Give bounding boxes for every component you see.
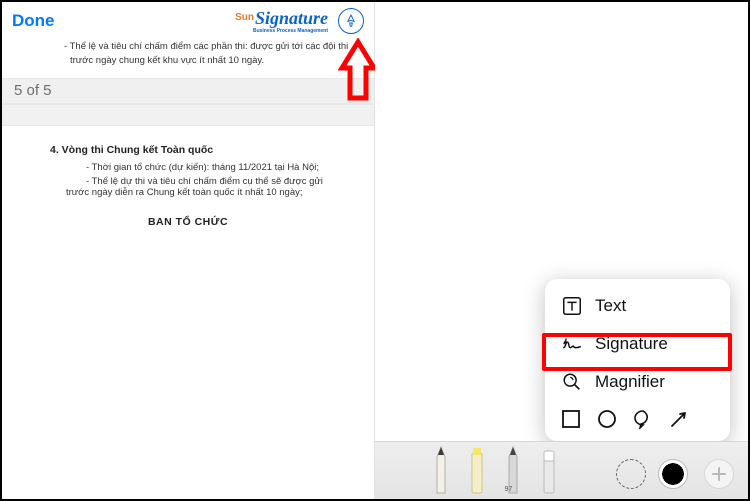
popover-item-magnifier[interactable]: Magnifier <box>545 363 730 401</box>
doc-text: - Thời gian tổ chức (dự kiến): tháng 11/… <box>30 162 346 173</box>
pencil-label: 97 <box>505 486 513 493</box>
pencil-tool[interactable]: 97 <box>502 447 524 495</box>
shape-square-button[interactable] <box>561 409 581 429</box>
popover-label: Signature <box>595 334 668 354</box>
marker-tool[interactable] <box>466 447 488 495</box>
document-preview-panel: Done SunSignature Business Process Manag… <box>2 2 375 499</box>
add-button[interactable] <box>704 459 734 489</box>
doc-text: - Thể lệ dự thi và tiêu chí chấm điểm cụ… <box>30 176 346 198</box>
markup-pen-icon <box>343 13 359 29</box>
page-5-content: 4. Vòng thi Chung kết Toàn quốc - Thời g… <box>2 126 374 238</box>
done-button[interactable]: Done <box>12 11 55 31</box>
text-icon <box>561 295 583 317</box>
magnifier-icon <box>561 371 583 393</box>
popover-item-text[interactable]: Text <box>545 287 730 325</box>
markup-panel: Text Signature Magnifier <box>375 2 748 499</box>
add-popover: Text Signature Magnifier <box>545 279 730 441</box>
app-frame: Done SunSignature Business Process Manag… <box>0 0 750 501</box>
eraser-tool[interactable] <box>538 447 560 495</box>
color-well[interactable] <box>658 459 688 489</box>
preview-toolbar: Done SunSignature Business Process Manag… <box>2 2 374 40</box>
doc-text: - Thể lệ và tiêu chí chấm điểm các phần … <box>20 40 356 68</box>
page-fragment-top: - Thể lệ và tiêu chí chấm điểm các phần … <box>2 40 374 72</box>
shape-arrow-button[interactable] <box>669 409 689 429</box>
popover-label: Magnifier <box>595 372 665 392</box>
popover-item-signature[interactable]: Signature <box>545 325 730 363</box>
doc-signer: BAN TỔ CHỨC <box>30 216 346 228</box>
plus-icon <box>710 465 728 483</box>
section-heading: 4. Vòng thi Chung kết Toàn quốc <box>30 144 346 156</box>
page-gap <box>2 104 374 126</box>
popover-shapes-row <box>545 401 730 433</box>
brand-prefix: Sun <box>235 12 254 23</box>
brand-main: Signature <box>255 8 328 28</box>
markup-button[interactable] <box>338 8 364 34</box>
shape-circle-button[interactable] <box>597 409 617 429</box>
toolbar-right-group: SunSignature Business Process Management <box>235 8 364 34</box>
page-counter: 5 of 5 <box>2 78 374 104</box>
brand-tagline: Business Process Management <box>235 29 328 34</box>
lasso-tool[interactable] <box>616 459 646 489</box>
popover-label: Text <box>595 296 626 316</box>
signature-brand-logo[interactable]: SunSignature Business Process Management <box>235 8 328 34</box>
shape-speech-button[interactable] <box>633 409 653 429</box>
pen-tool[interactable] <box>430 447 452 495</box>
markup-tool-toolbar: 97 <box>375 441 748 499</box>
signature-icon <box>561 333 583 355</box>
